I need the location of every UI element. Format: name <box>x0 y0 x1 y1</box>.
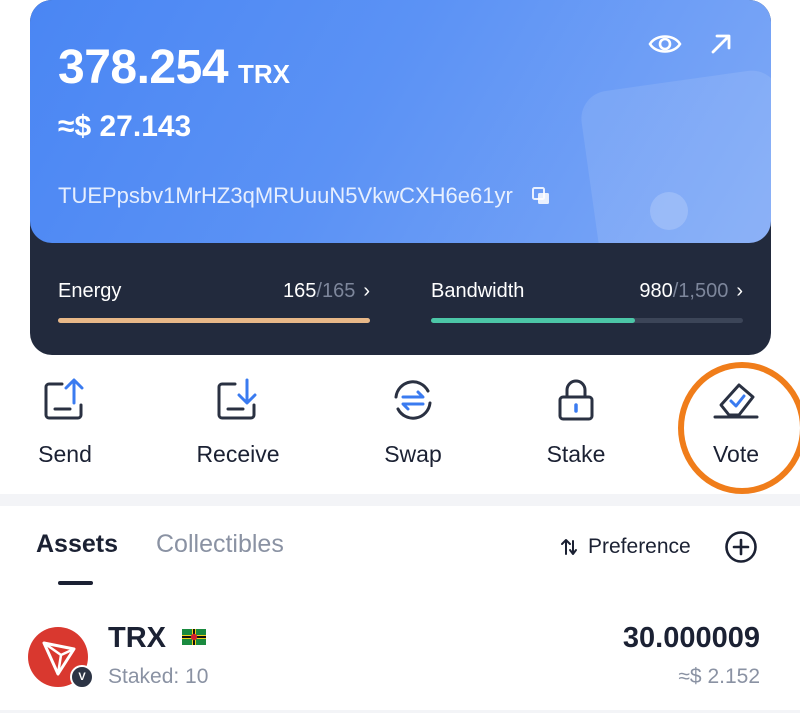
verified-badge: V <box>70 665 94 689</box>
chevron-right-icon: › <box>363 280 370 302</box>
eye-icon[interactable] <box>648 30 682 58</box>
chevron-right-icon: › <box>736 280 743 302</box>
lock-icon <box>558 379 594 421</box>
wallet-address: TUEPpsbv1MrHZ3qMRUuuN5VkwCXH6e61yr <box>58 183 513 208</box>
active-tab-indicator <box>58 581 93 585</box>
staked-amount: Staked: 10 <box>108 665 209 688</box>
stake-label: Stake <box>546 441 606 467</box>
balance-panel: 378.254 TRX ≈$ 27.143 TUEPpsbv1MrHZ3qMRU… <box>30 0 771 243</box>
energy-resource[interactable]: Energy 165/165 › <box>58 280 370 323</box>
balance-unit: TRX <box>238 59 291 89</box>
token-name: TRX <box>108 622 166 654</box>
send-button[interactable]: Send <box>0 375 135 468</box>
swap-icon <box>394 380 432 420</box>
bandwidth-label: Bandwidth <box>431 280 525 302</box>
balance-amount: 378.254 <box>58 41 229 94</box>
receive-icon <box>217 378 257 420</box>
preference-label: Preference <box>588 535 691 558</box>
token-fiat-value: ≈$ 2.152 <box>678 665 760 688</box>
preference-button[interactable]: Preference <box>560 535 691 559</box>
tab-assets[interactable]: Assets <box>36 530 118 559</box>
send-icon <box>44 378 84 420</box>
receive-button[interactable]: Receive <box>168 375 308 468</box>
wallet-card[interactable]: 378.254 TRX ≈$ 27.143 TUEPpsbv1MrHZ3qMRU… <box>30 0 771 355</box>
energy-progress-track <box>58 318 370 323</box>
balance-row: 378.254 TRX <box>58 40 290 95</box>
asset-tabs: Assets Collectibles <box>36 530 322 559</box>
flag-icon <box>182 629 206 645</box>
energy-progress-fill <box>58 318 370 323</box>
receive-label: Receive <box>196 441 280 467</box>
token-row-trx[interactable]: V TRX Staked: 10 30.000009 ≈$ 2.152 <box>0 605 800 705</box>
energy-label: Energy <box>58 280 122 302</box>
swap-button[interactable]: Swap <box>343 375 483 468</box>
swap-label: Swap <box>384 441 442 467</box>
sort-arrows-icon <box>561 539 577 555</box>
bandwidth-current: 980 <box>639 280 673 302</box>
fiat-balance: ≈$ 27.143 <box>58 110 192 143</box>
vote-highlight-circle <box>678 362 800 494</box>
expand-arrow-icon[interactable] <box>708 31 734 57</box>
add-circle-icon[interactable] <box>724 530 758 564</box>
energy-max: 165 <box>321 280 356 302</box>
token-amount: 30.000009 <box>622 622 760 654</box>
bandwidth-progress-fill <box>431 318 635 323</box>
send-label: Send <box>38 441 92 467</box>
section-divider <box>0 494 800 506</box>
decorative-wallet-knob <box>650 192 688 230</box>
tab-collectibles[interactable]: Collectibles <box>156 530 284 559</box>
bandwidth-max: 1,500 <box>678 280 729 302</box>
address-row: TUEPpsbv1MrHZ3qMRUuuN5VkwCXH6e61yr <box>58 183 551 209</box>
bandwidth-resource[interactable]: Bandwidth 980/1,500 › <box>431 280 743 323</box>
energy-current: 165 <box>283 280 317 302</box>
bandwidth-progress-track <box>431 318 743 323</box>
copy-icon[interactable] <box>531 186 551 206</box>
stake-button[interactable]: Stake <box>506 375 646 468</box>
